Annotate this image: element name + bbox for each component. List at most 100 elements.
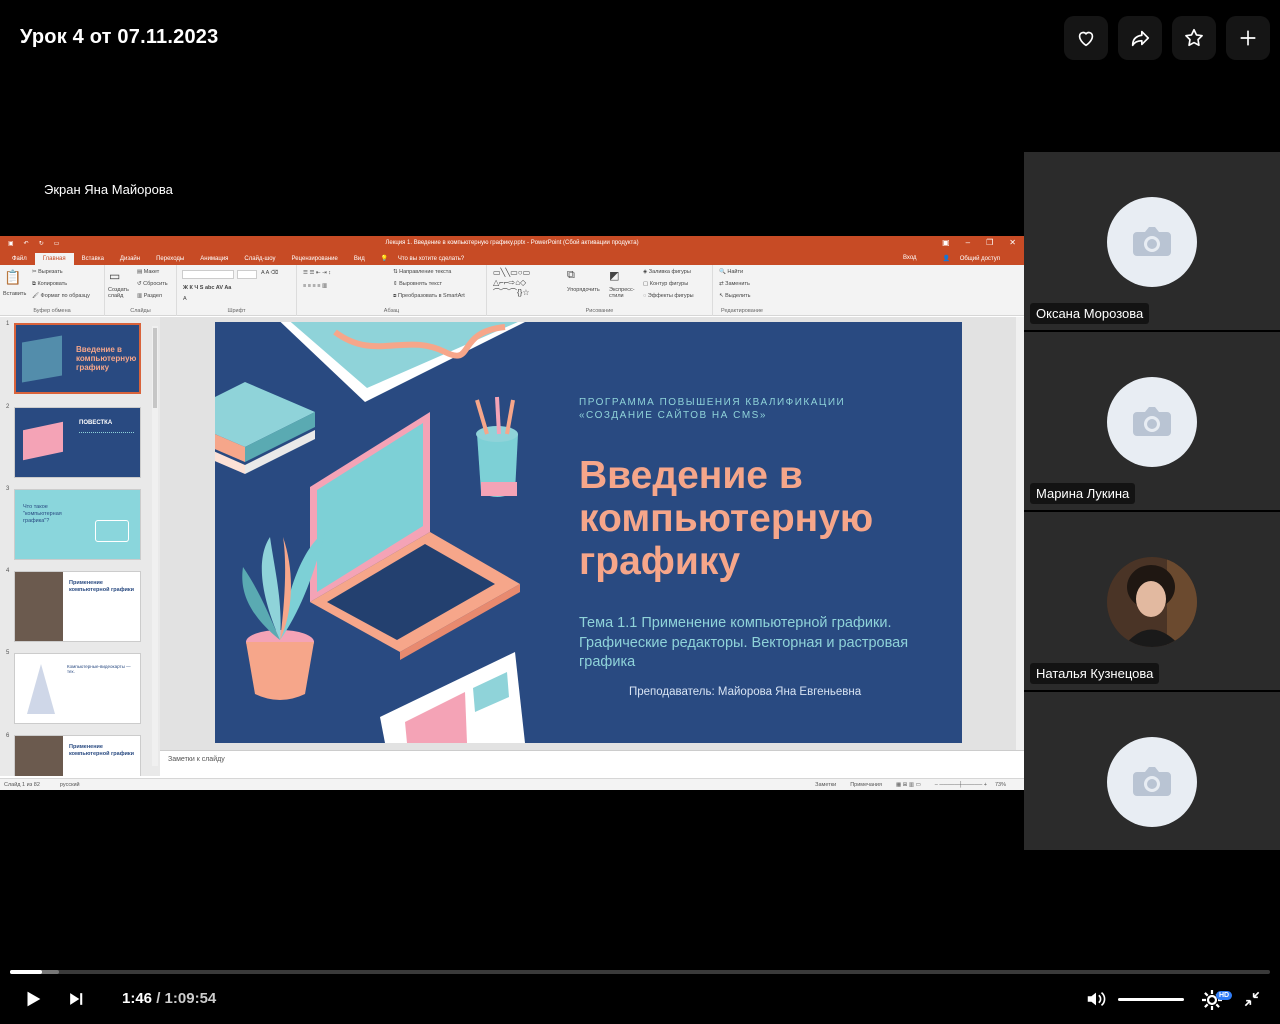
ppt-ribbon: 📋 Вставить ✂ Вырезать ⧉ Копировать 🖌 Фор… — [0, 265, 1024, 316]
thumbnail-slide-6[interactable]: Применение компьютерной графики — [14, 735, 141, 776]
thumbnail-slide-2[interactable]: ПОВЕСТКА — [14, 407, 141, 478]
new-slide-icon[interactable]: ▭ — [109, 269, 120, 283]
thumb-photo — [15, 736, 63, 776]
comments-toggle[interactable]: Примечания — [850, 782, 882, 788]
shape-effects-button[interactable]: ◌ Эффекты фигуры — [643, 293, 694, 299]
volume-button[interactable] — [1084, 988, 1108, 1015]
maximize-icon[interactable]: ❐ — [986, 238, 993, 247]
format-painter-label: Формат по образцу — [40, 293, 90, 299]
heart-icon — [1078, 31, 1094, 47]
tab-home[interactable]: Главная — [34, 253, 74, 265]
share-link[interactable]: 👤 Общий доступ — [935, 255, 1016, 265]
font-family-input[interactable] — [182, 270, 234, 279]
like-button[interactable] — [1064, 16, 1108, 60]
layout-button[interactable]: ▤ Макет — [137, 269, 159, 275]
thumbnails-scrollbar[interactable] — [152, 326, 158, 766]
reset-button[interactable]: ↺ Сбросить — [137, 281, 168, 287]
font-label: Шрифт — [227, 308, 246, 314]
format-painter-button[interactable]: 🖌 Формат по образцу — [32, 293, 90, 299]
align-text-button[interactable]: ⇕ Выровнять текст — [393, 281, 442, 287]
participant-tile[interactable]: Марина Лукина — [1024, 332, 1280, 510]
thumb-laptop-art — [22, 335, 62, 383]
font-color-icon[interactable]: A — [183, 296, 187, 302]
smartart-button[interactable]: ⧈ Преобразовать в SmartArt — [393, 293, 465, 300]
tab-review[interactable]: Рецензирование — [284, 256, 346, 265]
view-buttons[interactable]: ▦ ⊞ ▥ ▭ — [896, 782, 921, 788]
participant-tile[interactable] — [1024, 692, 1280, 850]
share-button[interactable] — [1118, 16, 1162, 60]
sign-in-link[interactable]: Вход — [895, 255, 925, 265]
font-grow-icon[interactable]: A A ⌫ — [261, 270, 278, 276]
screen-share-label: Экран Яна Майорова — [44, 182, 173, 197]
cut-label: Вырезать — [38, 269, 63, 275]
exit-fullscreen-button[interactable] — [1242, 988, 1262, 1015]
thumb-title: Применение компьютерной графики — [69, 744, 135, 757]
font-format-buttons[interactable]: Ж К Ч S abc AV Aa — [183, 285, 231, 291]
language-status[interactable]: русский — [60, 782, 80, 788]
new-slide-button[interactable]: Создать слайд — [108, 287, 134, 299]
copy-button[interactable]: ⧉ Копировать — [32, 281, 67, 288]
tab-animations[interactable]: Анимация — [192, 256, 236, 265]
favorite-button[interactable] — [1172, 16, 1216, 60]
notes-pane[interactable]: Заметки к слайду — [160, 750, 1024, 776]
text-direction-button[interactable]: ⇅ Направление текста — [393, 269, 451, 275]
thumbnail-slide-1[interactable]: Введение в компьютерную графику — [14, 323, 141, 394]
editing-group: 🔍 Найти ⇄ Заменить ↖ Выделить Редактиров… — [713, 265, 771, 316]
slide-editor: ПРОГРАММА ПОВЫШЕНИЯ КВАЛИФИКАЦИИ «СОЗДАН… — [160, 317, 1024, 750]
paste-button[interactable]: Вставить — [3, 291, 26, 297]
volume-slider[interactable] — [1118, 998, 1184, 1001]
slide-illustration — [215, 322, 525, 743]
participant-tile[interactable]: Наталья Кузнецова — [1024, 512, 1280, 690]
slides-label: Слайды — [130, 308, 151, 314]
find-button[interactable]: 🔍 Найти — [719, 269, 743, 275]
section-label: Раздел — [143, 293, 162, 299]
font-size-input[interactable] — [237, 270, 257, 279]
tab-slideshow[interactable]: Слайд-шоу — [236, 256, 283, 265]
shape-fill-button[interactable]: ◈ Заливка фигуры — [643, 269, 691, 275]
close-icon[interactable]: ✕ — [1009, 238, 1016, 247]
tab-transitions[interactable]: Переходы — [148, 256, 192, 265]
editor-scrollbar[interactable] — [1016, 317, 1024, 750]
tab-view[interactable]: Вид — [346, 256, 373, 265]
slide-program: ПРОГРАММА ПОВЫШЕНИЯ КВАЛИФИКАЦИИ «СОЗДАН… — [579, 396, 845, 422]
notes-toggle[interactable]: Заметки — [815, 782, 836, 788]
list-icons[interactable]: ☰ ☰ ⇤ ⇥ ↕ — [303, 270, 331, 276]
add-button[interactable] — [1226, 16, 1270, 60]
current-slide[interactable]: ПРОГРАММА ПОВЫШЕНИЯ КВАЛИФИКАЦИИ «СОЗДАН… — [215, 322, 962, 743]
zoom-slider[interactable]: – ─────┼───── + — [935, 782, 987, 788]
quick-styles-icon[interactable]: ◩ — [609, 269, 619, 282]
thumbnail-slide-4[interactable]: Применение компьютерной графики — [14, 571, 141, 642]
thumb-title: Введение в компьютерную графику — [76, 345, 137, 372]
tab-insert[interactable]: Вставка — [74, 256, 112, 265]
ppt-ribbon-tabs: Файл Главная Вставка Дизайн Переходы Ани… — [0, 251, 1024, 265]
paste-icon[interactable]: 📋 — [4, 269, 21, 286]
arrange-icon[interactable]: ⧉ — [567, 269, 575, 282]
participant-tile[interactable]: Оксана Морозова — [1024, 152, 1280, 330]
shapes-gallery[interactable]: ▭╲╲▭○▭ △⌐⌐⇨⌂◇ ⌒⌒⌒{}☆ — [493, 268, 530, 298]
thumb-title: Применение компьютерной графики — [69, 580, 135, 593]
cut-button[interactable]: ✂ Вырезать — [32, 269, 63, 275]
select-button[interactable]: ↖ Выделить — [719, 293, 751, 299]
next-button[interactable] — [66, 988, 86, 1015]
seek-bar[interactable] — [10, 970, 1270, 974]
play-button[interactable] — [22, 988, 44, 1015]
minimize-icon[interactable]: – — [966, 238, 970, 247]
shape-fill-label: Заливка фигуры — [648, 269, 691, 275]
section-button[interactable]: ▥ Раздел — [137, 293, 162, 299]
arrange-button[interactable]: Упорядочить — [567, 287, 600, 293]
top-actions — [1064, 16, 1270, 60]
quick-styles-button[interactable]: Экспресс-стили — [609, 287, 637, 299]
zoom-level[interactable]: 73% — [995, 782, 1006, 788]
ribbon-options-icon[interactable]: ▣ — [942, 238, 950, 247]
thumbnail-slide-5[interactable]: Компьютерные-видеокарты — тех. — [14, 653, 141, 724]
tell-me-box[interactable]: 💡 Что вы хотите сделать? — [373, 255, 480, 265]
slide-teacher: Преподаватель: Майорова Яна Евгеньевна — [629, 686, 862, 698]
thumbnail-slide-3[interactable]: Что такое "компьютерная графика"? — [14, 489, 141, 560]
align-icons[interactable]: ≡ ≡ ≡ ≡ ▥ — [303, 283, 327, 289]
thumb-number: 4 — [6, 568, 10, 574]
tab-file[interactable]: Файл — [4, 256, 35, 265]
settings-button[interactable]: HD — [1200, 988, 1233, 1017]
replace-button[interactable]: ⇄ Заменить — [719, 281, 750, 287]
shape-outline-button[interactable]: ▢ Контур фигуры — [643, 281, 688, 287]
tab-design[interactable]: Дизайн — [112, 256, 148, 265]
